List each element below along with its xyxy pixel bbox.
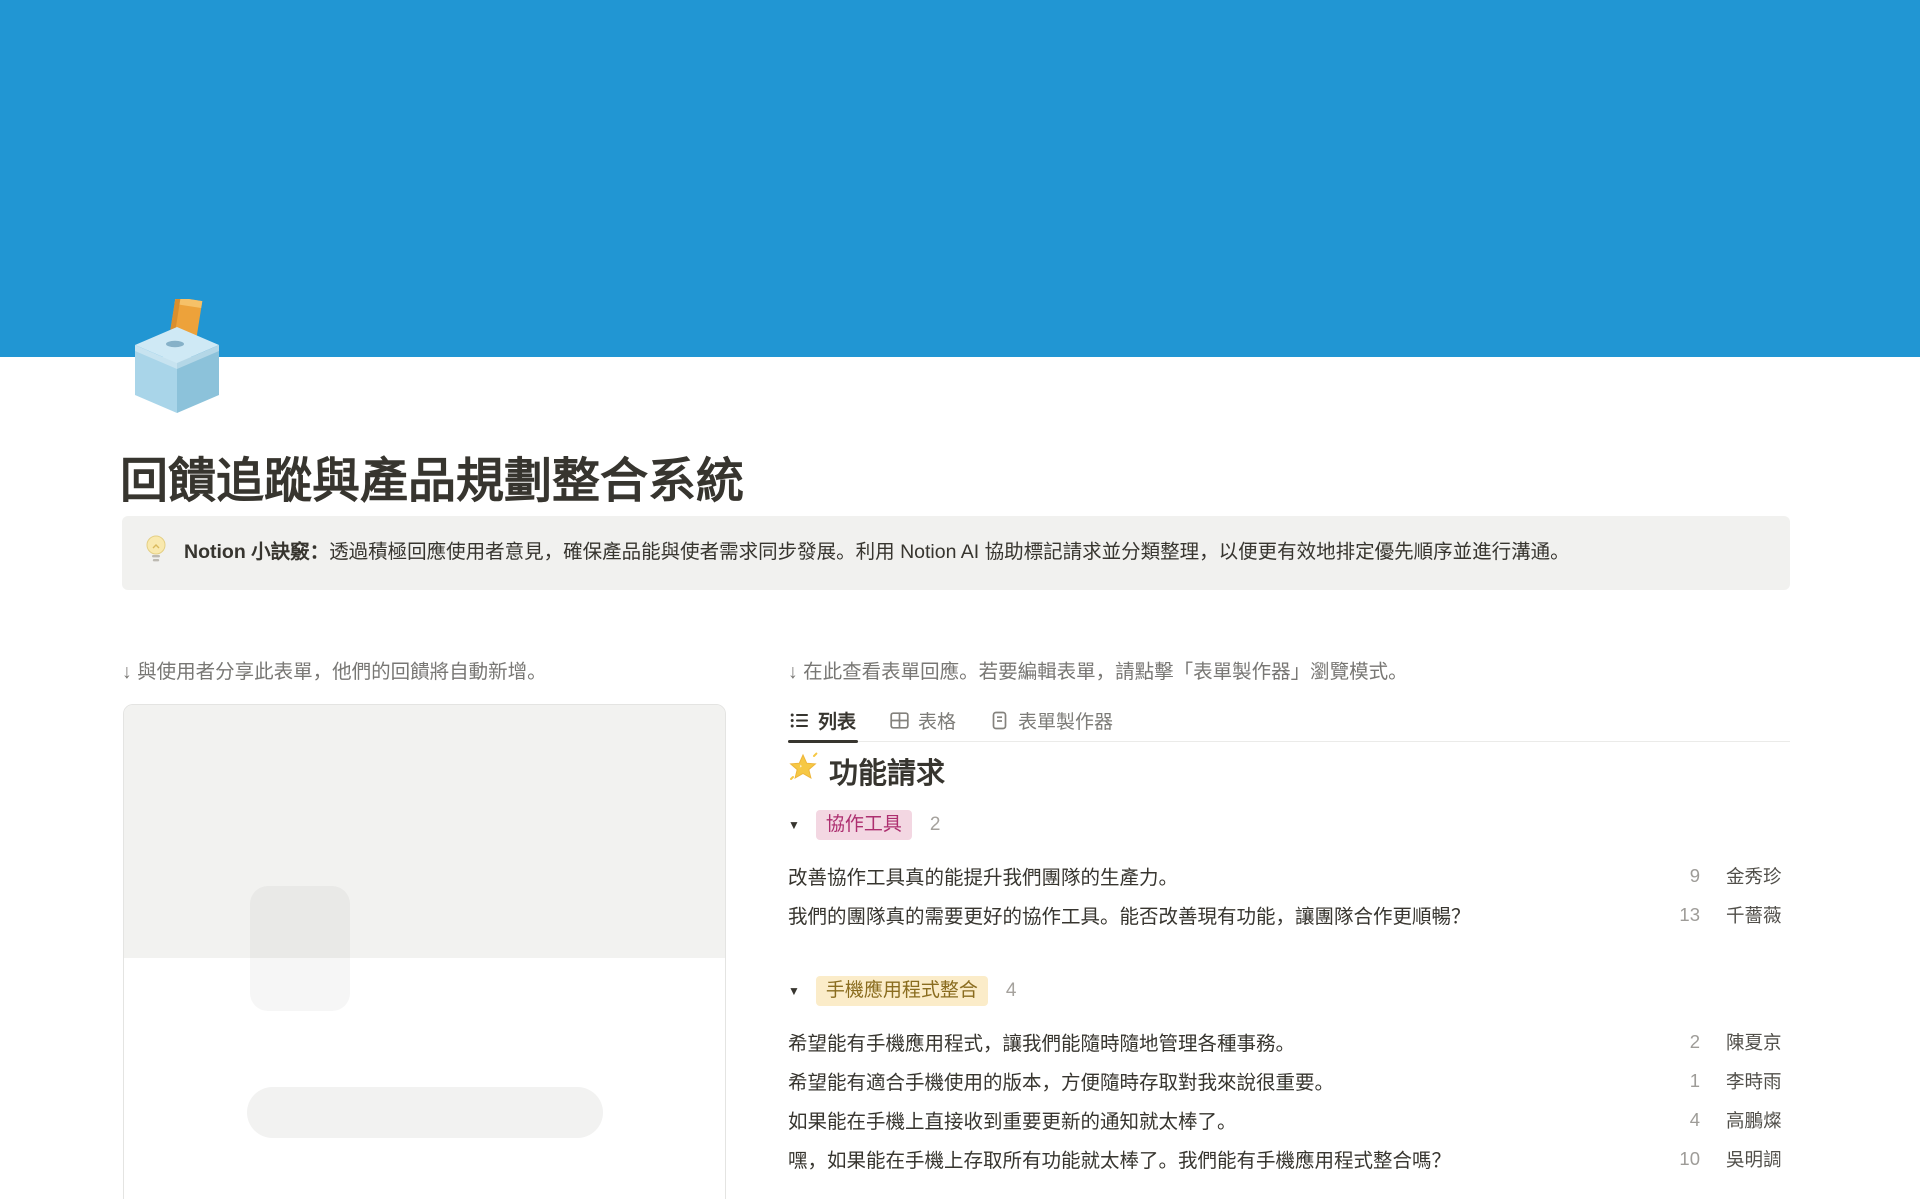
list-item[interactable]: 嘿，如果能在手機上存取所有功能就太棒了。我們能有手機應用程式整合嗎？ 10 吳明…: [788, 1139, 1790, 1178]
item-title: 嘿，如果能在手機上存取所有功能就太棒了。我們能有手機應用程式整合嗎？: [788, 1144, 1658, 1173]
item-votes: 13: [1658, 904, 1700, 926]
list-item[interactable]: 希望能有適合手機使用的版本，方便隨時存取對我來說很重要。 1 李時雨: [788, 1061, 1790, 1100]
list-item[interactable]: 我們的團隊真的需要更好的協作工具。能否改善現有功能，讓團隊合作更順暢？ 13 千…: [788, 895, 1790, 934]
list-item[interactable]: 改善協作工具真的能提升我們團隊的生產力。 9 金秀珍: [788, 856, 1790, 895]
group-tag-badge[interactable]: 手機應用程式整合: [816, 976, 988, 1006]
group-count: 4: [1006, 980, 1017, 1002]
group-header[interactable]: ▼ 手機應用程式整合 4: [788, 974, 1790, 1008]
item-person: 金秀珍: [1726, 863, 1790, 889]
list-item[interactable]: 如果能在手機上直接收到重要更新的通知就太棒了。 4 高鵬燦: [788, 1100, 1790, 1139]
group-collaboration-tools: ▼ 協作工具 2 改善協作工具真的能提升我們團隊的生產力。 9 金秀珍 我們的團…: [788, 808, 1790, 934]
group-rows: 改善協作工具真的能提升我們團隊的生產力。 9 金秀珍 我們的團隊真的需要更好的協…: [788, 856, 1790, 934]
group-mobile-app-integration: ▼ 手機應用程式整合 4 希望能有手機應用程式，讓我們能隨時隨地管理各種事務。 …: [788, 974, 1790, 1178]
item-votes: 2: [1658, 1031, 1700, 1053]
tab-list-view[interactable]: 列表: [788, 699, 858, 741]
tab-table-view[interactable]: 表格: [888, 699, 958, 741]
share-form-caption: ↓ 與使用者分享此表單，他們的回饋將自動新增。: [122, 655, 547, 684]
table-view-icon: [890, 711, 909, 730]
item-title: 希望能有適合手機使用的版本，方便隨時存取對我來說很重要。: [788, 1066, 1658, 1095]
item-title: 我們的團隊真的需要更好的協作工具。能否改善現有功能，讓團隊合作更順暢？: [788, 900, 1658, 929]
item-person: 李時雨: [1726, 1068, 1790, 1094]
group-header[interactable]: ▼ 協作工具 2: [788, 808, 1790, 842]
tab-label: 列表: [818, 707, 856, 734]
light-bulb-icon: [144, 534, 168, 572]
embedded-form-preview[interactable]: [123, 704, 726, 1199]
item-person: 高鵬燦: [1726, 1107, 1790, 1133]
list-item[interactable]: 希望能有手機應用程式，讓我們能隨時隨地管理各種事務。 2 陳夏京: [788, 1022, 1790, 1061]
item-votes: 10: [1658, 1148, 1700, 1170]
item-person: 陳夏京: [1726, 1029, 1790, 1055]
view-tabs: 列表 表格 表單製作器: [788, 699, 1790, 742]
heading-label: 功能請求: [829, 750, 945, 792]
group-rows: 希望能有手機應用程式，讓我們能隨時隨地管理各種事務。 2 陳夏京 希望能有適合手…: [788, 1022, 1790, 1178]
item-votes: 1: [1658, 1070, 1700, 1092]
group-tag-badge[interactable]: 協作工具: [816, 810, 912, 840]
ballot-box-icon[interactable]: [124, 299, 230, 413]
item-title: 希望能有手機應用程式，讓我們能隨時隨地管理各種事務。: [788, 1027, 1658, 1056]
toggle-triangle-icon[interactable]: ▼: [788, 819, 800, 831]
tab-form-builder[interactable]: 表單製作器: [988, 699, 1115, 741]
form-builder-icon: [990, 711, 1009, 730]
item-person: 千薔薇: [1726, 902, 1790, 928]
callout-lead: Notion 小訣竅：: [184, 541, 329, 563]
cover-banner[interactable]: [0, 0, 1920, 357]
list-view-groups: ▼ 協作工具 2 改善協作工具真的能提升我們團隊的生產力。 9 金秀珍 我們的團…: [788, 808, 1790, 1178]
tab-label: 表單製作器: [1018, 707, 1113, 734]
item-title: 如果能在手機上直接收到重要更新的通知就太棒了。: [788, 1105, 1658, 1134]
item-votes: 4: [1658, 1109, 1700, 1131]
item-person: 吳明調: [1726, 1146, 1790, 1172]
callout-body: 透過積極回應使用者意見，確保產品能與使者需求同步發展。利用 Notion AI …: [329, 541, 1569, 563]
toggle-triangle-icon[interactable]: ▼: [788, 985, 800, 997]
notion-page: 回饋追蹤與產品規劃整合系統 Notion 小訣竅：透過積極回應使用者意見，確保產…: [0, 0, 1920, 1199]
group-count: 2: [930, 814, 941, 836]
form-title-placeholder: [247, 1087, 603, 1138]
callout-text: Notion 小訣竅：透過積極回應使用者意見，確保產品能與使者需求同步發展。利用…: [184, 539, 1570, 566]
item-title: 改善協作工具真的能提升我們團隊的生產力。: [788, 861, 1658, 890]
tip-callout: Notion 小訣竅：透過積極回應使用者意見，確保產品能與使者需求同步發展。利用…: [122, 516, 1790, 590]
item-votes: 9: [1658, 865, 1700, 887]
feature-requests-heading: 功能請求: [788, 750, 945, 792]
list-view-icon: [790, 711, 809, 730]
tab-label: 表格: [918, 707, 956, 734]
page-title: 回饋追蹤與產品規劃整合系統: [120, 452, 1790, 512]
form-icon-placeholder: [250, 886, 350, 1011]
glowing-star-icon: [788, 752, 818, 790]
responses-caption: ↓ 在此查看表單回應。若要編輯表單，請點擊「表單製作器」瀏覽模式。: [788, 655, 1408, 684]
form-cover-placeholder: [124, 705, 725, 958]
